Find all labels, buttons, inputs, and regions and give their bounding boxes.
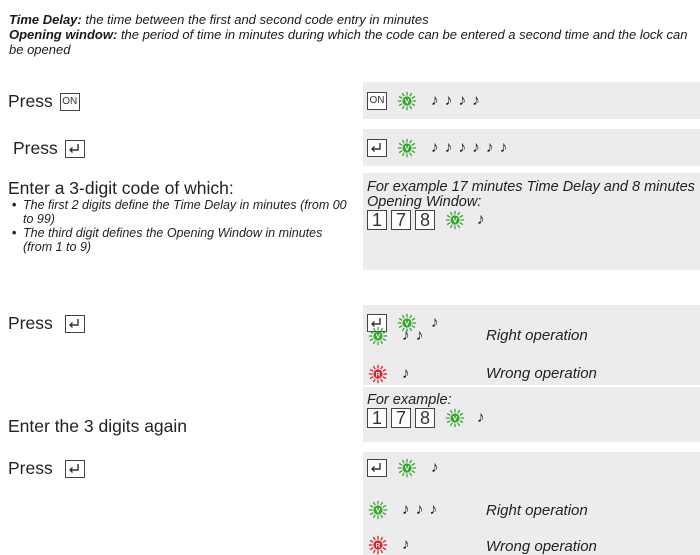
svg-text:V: V — [376, 508, 381, 515]
panel-6-right: V ♪ ♪ ♪ — [368, 500, 437, 520]
digit-key-8: 8 — [415, 210, 435, 230]
musical-note-icon: ♪ — [429, 501, 438, 518]
example-1-line-2: Opening Window: — [367, 194, 482, 210]
svg-text:V: V — [405, 466, 410, 473]
example-2-label: For example: — [367, 392, 452, 408]
right-operation-text: Right operation — [486, 502, 588, 519]
enter-key-icon — [64, 459, 85, 478]
musical-note-icon: ♪ — [472, 92, 480, 109]
panel-1-sequence: ON V ♪ ♪ ♪ ♪ — [367, 91, 480, 111]
musical-note-icon: ♪ — [458, 139, 467, 156]
on-key-icon: ON — [367, 92, 387, 110]
step-1: Press ON — [8, 91, 80, 112]
step-5-label: Enter the 3 digits again — [8, 416, 188, 436]
panel-6-wrong: R ♪ — [368, 535, 410, 555]
digit-key-1: 1 — [367, 408, 387, 428]
svg-text:V: V — [453, 416, 458, 423]
svg-text:V: V — [376, 334, 381, 341]
green-led-icon: V — [397, 138, 417, 158]
enter-key-icon — [367, 139, 387, 157]
green-led-icon: V — [368, 326, 388, 346]
musical-note-icon: ♪ — [477, 211, 485, 228]
red-led-icon: R — [368, 535, 388, 555]
green-led-icon: V — [445, 210, 465, 230]
green-led-icon: V — [397, 458, 417, 478]
digit-key-7: 7 — [391, 210, 411, 230]
musical-note-icon: ♪ — [458, 92, 467, 109]
musical-note-icon: ♪ — [415, 501, 424, 518]
wrong-operation-text: Wrong operation — [486, 538, 597, 555]
wrong-operation-text: Wrong operation — [486, 365, 597, 382]
musical-note-icon: ♪ — [444, 92, 453, 109]
step-6: Press — [8, 458, 85, 479]
step-6-label: Press — [8, 458, 53, 478]
step-2-label: Press — [13, 138, 58, 158]
definition-time-delay: the time between the first and second co… — [81, 12, 429, 27]
step-3-label: Enter a 3-digit code of which: — [8, 178, 234, 198]
digit-key-1: 1 — [367, 210, 387, 230]
step-1-label: Press — [8, 91, 53, 111]
intro-definitions: Time Delay: the time between the first a… — [9, 12, 699, 57]
step-3: Enter a 3-digit code of which: The first… — [8, 178, 353, 254]
digit-key-7: 7 — [391, 408, 411, 428]
right-operation-text: Right operation — [486, 327, 588, 344]
svg-text:V: V — [405, 99, 410, 106]
svg-text:V: V — [453, 218, 458, 225]
enter-key-icon — [64, 314, 85, 333]
enter-key-icon — [367, 459, 387, 477]
red-led-icon: R — [368, 364, 388, 384]
musical-note-icon: ♪ — [402, 327, 410, 344]
digit-key-8: 8 — [415, 408, 435, 428]
musical-note-icon: ♪ — [402, 501, 410, 518]
musical-note-icon: ♪ — [431, 314, 439, 331]
musical-note-icon: ♪ — [431, 139, 439, 156]
musical-note-icon: ♪ — [472, 139, 480, 156]
example-1-line-1: For example 17 minutes Time Delay and 8 … — [367, 179, 695, 195]
panel-4-right: V ♪ ♪ — [368, 326, 424, 346]
panel-6-sequence: V ♪ — [367, 458, 439, 478]
musical-note-icon: ♪ — [431, 92, 439, 109]
svg-text:R: R — [376, 543, 381, 550]
green-led-icon: V — [397, 91, 417, 111]
green-led-icon: V — [445, 408, 465, 428]
musical-note-icon: ♪ — [415, 327, 424, 344]
musical-note-icon: ♪ — [486, 139, 494, 156]
panel-3-example: For example 17 minutes Time Delay and 8 … — [367, 180, 695, 230]
example-1-digits: 1 7 8 V ♪ — [367, 210, 695, 230]
green-led-icon: V — [368, 500, 388, 520]
bullet-time-delay: The first 2 digits define the Time Delay… — [8, 198, 353, 226]
enter-key-icon — [64, 139, 85, 158]
step-4: Press — [8, 313, 85, 334]
svg-text:R: R — [376, 372, 381, 379]
musical-note-icon: ♪ — [431, 459, 439, 476]
term-time-delay: Time Delay: — [9, 12, 82, 27]
musical-note-icon: ♪ — [444, 139, 453, 156]
musical-note-icon: ♪ — [402, 365, 410, 382]
step-4-label: Press — [8, 313, 53, 333]
musical-note-icon: ♪ — [499, 139, 508, 156]
bullet-opening-window: The third digit defines the Opening Wind… — [8, 226, 353, 254]
panel-5-example: For example: 1 7 8 V ♪ — [367, 393, 485, 428]
on-key-icon: ON — [59, 92, 80, 111]
term-opening-window: Opening window: — [9, 27, 118, 42]
panel-2-sequence: V ♪ ♪ ♪ ♪ ♪ ♪ — [367, 138, 508, 158]
musical-note-icon: ♪ — [477, 409, 485, 426]
step-5: Enter the 3 digits again — [8, 416, 187, 437]
step-2: Press — [13, 138, 85, 159]
example-2-digits: 1 7 8 V ♪ — [367, 408, 485, 428]
step-3-bullets: The first 2 digits define the Time Delay… — [8, 198, 353, 254]
panel-4-wrong: R ♪ — [368, 364, 410, 384]
svg-text:V: V — [405, 146, 410, 153]
musical-note-icon: ♪ — [402, 536, 410, 553]
